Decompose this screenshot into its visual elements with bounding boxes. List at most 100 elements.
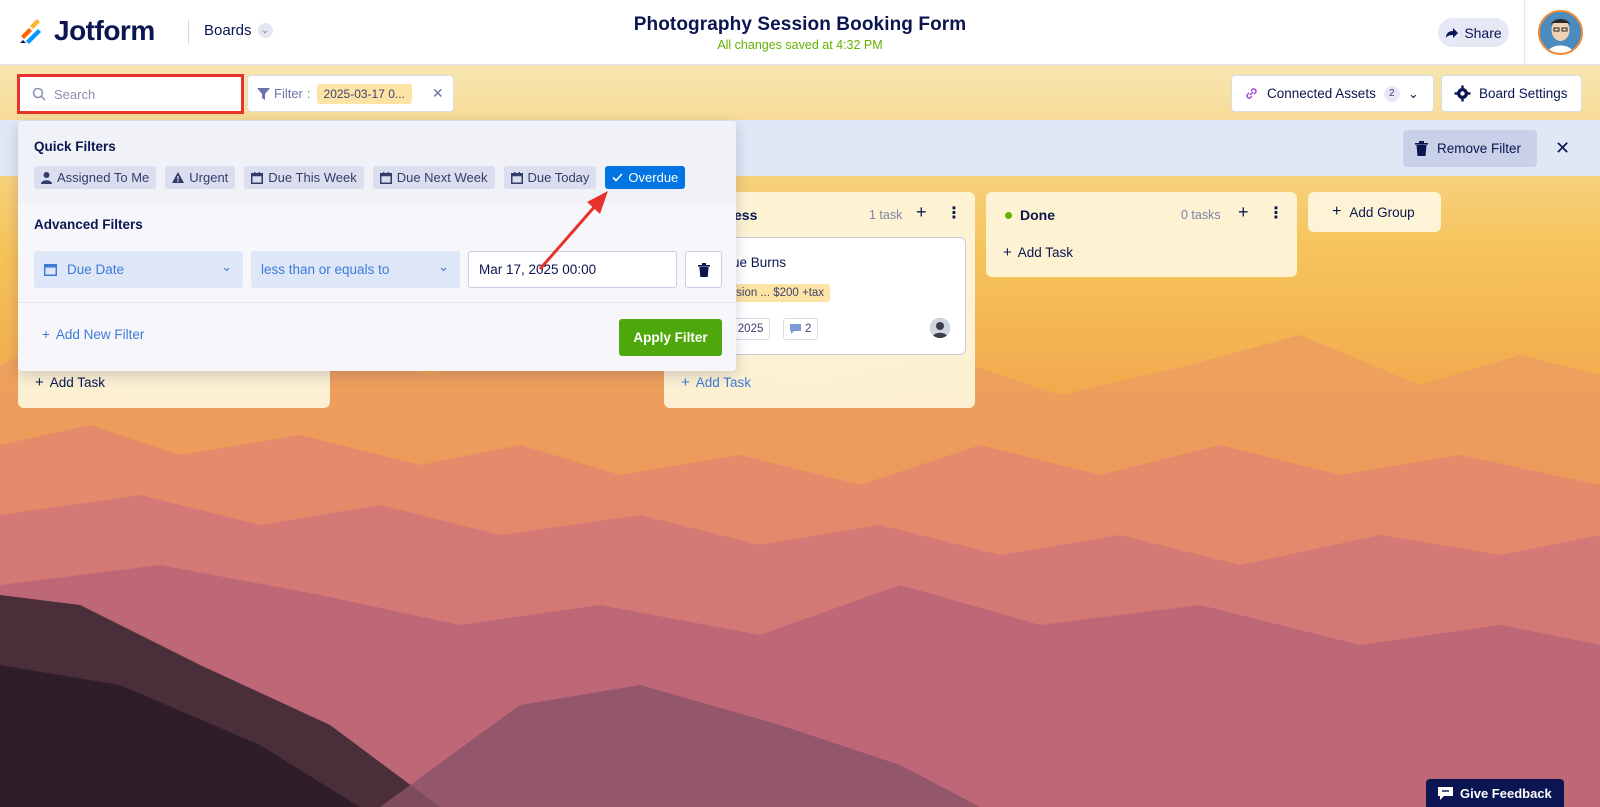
warning-icon [172,172,185,183]
page-title[interactable]: Photography Session Booking Form [600,14,1000,36]
chip-label: Due Next Week [396,170,488,185]
field-select-value: Due Date [67,262,125,277]
jotform-logo-icon [20,19,41,44]
done-task-count: 0 tasks [1181,208,1221,222]
plus-icon: + [42,327,50,342]
search-icon [32,87,46,101]
chip-due-today[interactable]: Due Today [503,166,597,189]
add-task-plus-icon[interactable]: + [916,202,927,223]
chevron-down-icon: ⌄ [221,259,232,274]
search-placeholder: Search [54,86,96,102]
header-divider-right [1524,0,1525,65]
share-label: Share [1464,24,1502,41]
popup-divider [18,302,736,303]
connected-assets-button[interactable]: Connected Assets 2 ⌄ [1231,75,1434,112]
chip-urgent[interactable]: Urgent [165,166,236,189]
quick-filters-section [18,121,736,203]
give-feedback-button[interactable]: Give Feedback [1426,779,1564,807]
field-select[interactable]: Due Date ⌄ [34,251,243,288]
task-comments[interactable]: 2 [783,318,819,340]
chip-label: Due This Week [268,170,357,185]
user-icon [41,171,52,184]
top-header: Jotform Boards ⌄ Photography Session Boo… [0,0,1600,65]
calendar-icon [379,171,392,184]
active-filter-box[interactable]: Filter: 2025-03-17 0... ✕ [247,75,454,112]
chip-label: Urgent [189,170,229,185]
first-column-add-task[interactable]: + Add Task [35,374,105,391]
filter-value-chip[interactable]: 2025-03-17 0... [316,83,412,104]
calendar-icon [44,264,57,276]
board-settings-button[interactable]: Board Settings [1441,75,1582,112]
chip-label: Due Today [527,170,590,185]
chip-assigned-to-me[interactable]: Assigned To Me [34,166,157,189]
user-avatar-image [1540,12,1581,53]
trash-icon [697,262,710,277]
column-menu-icon[interactable]: ⋮ [1268,203,1284,223]
filter-separator: : [306,86,311,101]
chip-label: Overdue [628,170,679,185]
column-menu-icon[interactable]: ⋮ [946,203,962,223]
comment-icon [790,324,801,334]
done-column [986,192,1297,277]
done-column-name[interactable]: Done [1020,207,1055,223]
boards-label: Boards [204,22,252,39]
filter-label: Filter [274,86,303,101]
close-banner-icon[interactable]: ✕ [1555,138,1570,159]
chip-overdue[interactable]: Overdue [605,166,686,189]
advanced-filters-title: Advanced Filters [34,217,143,232]
operator-select[interactable]: less than or equals to ⌄ [251,251,460,288]
chevron-down-icon: ⌄ [257,23,273,38]
link-icon [1246,88,1257,99]
share-arrow-icon [1446,27,1459,38]
assignee-avatar[interactable] [930,318,950,338]
in-progress-task-count: 1 task [869,208,903,222]
operator-select-value: less than or equals to [261,262,390,277]
header-divider [188,20,189,44]
funnel-icon [257,87,270,100]
give-feedback-label: Give Feedback [1460,785,1552,801]
done-status-dot [1005,212,1012,219]
add-new-filter-label: Add New Filter [55,327,145,342]
delete-filter-button[interactable] [685,251,722,288]
filter-date-input[interactable]: Mar 17, 2025 00:00 [468,251,677,288]
apply-filter-button[interactable]: Apply Filter [619,319,722,356]
quick-filters-title: Quick Filters [34,139,116,154]
share-button[interactable]: Share [1438,18,1509,47]
chip-label: Assigned To Me [57,170,150,185]
add-task-label: Add Task [695,375,752,390]
add-task-label: Add Task [1017,245,1074,260]
connected-assets-label: Connected Assets [1267,86,1376,101]
jotform-logo[interactable]: Jotform [18,15,155,47]
user-avatar[interactable] [1538,10,1583,55]
chip-due-this-week[interactable]: Due This Week [244,166,364,189]
plus-icon: + [681,374,690,391]
chevron-down-icon: ⌄ [1407,85,1419,101]
boards-menu[interactable]: Boards ⌄ [204,22,273,39]
done-add-task[interactable]: + Add Task [1003,244,1073,261]
remove-filter-label: Remove Filter [1437,141,1522,156]
plus-icon: + [1003,244,1012,261]
add-task-label: Add Task [49,375,106,390]
trash-icon [1415,141,1428,156]
connected-assets-count: 2 [1383,85,1400,102]
search-input[interactable]: Search [17,74,244,114]
in-progress-add-task[interactable]: + Add Task [681,374,751,391]
gear-icon [1454,85,1471,102]
calendar-icon [251,171,264,184]
task-title: ue Burns [732,255,787,270]
check-icon [612,173,624,182]
add-task-plus-icon[interactable]: + [1238,202,1249,223]
remove-filter-button[interactable]: Remove Filter [1403,130,1537,167]
quick-filter-chips: Assigned To Me Urgent Due This Week Due … [34,166,686,189]
add-new-filter-link[interactable]: + Add New Filter [42,327,144,342]
calendar-icon [510,171,523,184]
add-group-button[interactable]: + Add Group [1308,192,1441,232]
chevron-down-icon: ⌄ [438,259,449,274]
save-status: All changes saved at 4:32 PM [717,38,883,52]
filter-date-value: Mar 17, 2025 00:00 [479,262,597,277]
plus-icon: + [1332,203,1342,220]
clear-filter-icon[interactable]: ✕ [432,85,444,102]
add-group-label: Add Group [1349,204,1415,220]
chip-due-next-week[interactable]: Due Next Week [372,166,495,189]
plus-icon: + [35,374,44,391]
